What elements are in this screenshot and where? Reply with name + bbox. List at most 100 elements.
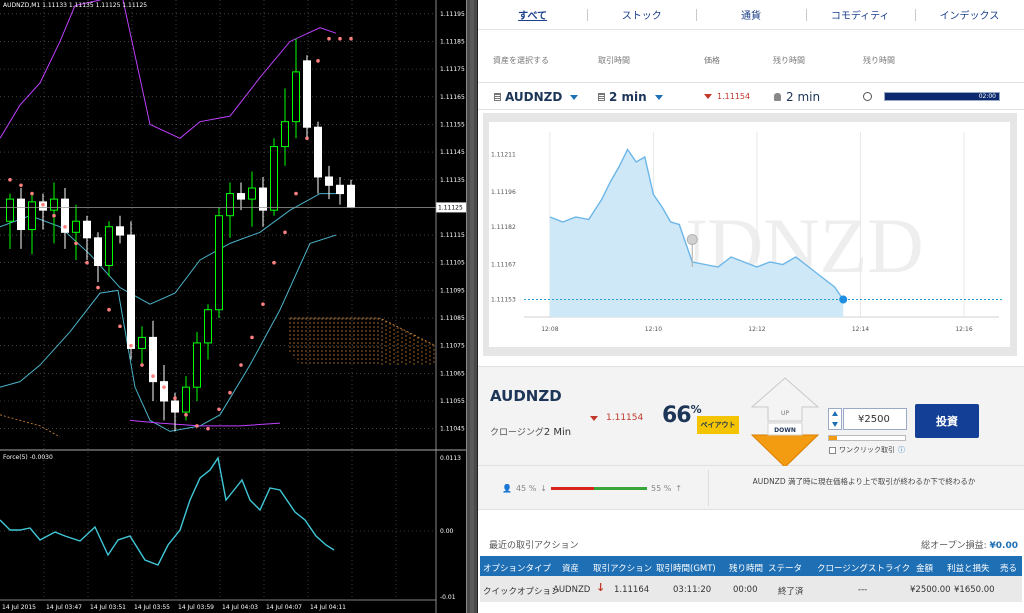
indicator-tick-label: 0.0113 (440, 455, 461, 462)
x-tick-label: 12:14 (852, 326, 869, 333)
sar-dot (74, 241, 78, 246)
price-chart-frame: AUDNZD 12:08 12:10 12:12 12:14 12:16 1.11211 1.… (483, 113, 1017, 356)
period-select[interactable]: 2 min (598, 90, 663, 104)
trade-price-value: 1.11154 (606, 413, 644, 423)
recent-trades-table: オプションタイプ 資産 取引アクション 取引時間(GMT) 残り時間 ステータ … (480, 556, 1022, 602)
price-tick-label: 1.11105 (440, 260, 465, 267)
candle-body (171, 400, 179, 413)
y-tick-label: 1.11182 (491, 224, 516, 231)
cell-status: 終了済 (778, 587, 804, 597)
table-row[interactable]: クイックオプション AUDNZD ↓ 1.11164 03:11:20 00:0… (480, 576, 1022, 602)
header-remaining-2: 残り時間 (863, 56, 895, 65)
candle-body (259, 187, 267, 211)
chevron-down-icon (654, 94, 663, 100)
candle-body (325, 176, 333, 186)
calendar-icon (598, 93, 605, 101)
payout-badge: ペイアウト (697, 416, 739, 434)
pane-splitter[interactable] (466, 0, 478, 613)
down-arrow-icon: ↓ (596, 581, 606, 594)
current-price-dot (839, 295, 848, 304)
x-tick-label: 12:10 (645, 326, 662, 333)
tab-stocks[interactable]: ストック (587, 0, 696, 29)
mt4-chart-window[interactable]: 1.11195 1.11185 1.11175 1.11165 1.11155 1.111… (0, 0, 466, 613)
amount-slider[interactable] (828, 435, 906, 441)
candle-body (105, 226, 113, 266)
splitter-grip[interactable] (470, 0, 474, 613)
trade-marker-icon (686, 234, 698, 245)
candle-body (292, 71, 300, 123)
tab-indices[interactable]: インデックス (914, 0, 1024, 29)
sar-dot (30, 191, 34, 196)
sar-dot (250, 335, 254, 340)
sar-dot (261, 302, 265, 306)
price-chart[interactable]: AUDNZD 12:08 12:10 12:12 12:14 12:16 1.11211 1.… (489, 122, 1010, 347)
sar-dot (206, 426, 210, 431)
down-button[interactable]: DOWN (750, 422, 820, 468)
remaining-time-value: 2 min (786, 90, 821, 104)
candle-body (248, 187, 256, 200)
cloud-edge (0, 414, 61, 438)
up-arrow-icon: ↑ (675, 484, 683, 493)
price-tick-label: 1.11095 (440, 287, 465, 294)
clock-icon (863, 92, 872, 101)
cell-strike: --- (858, 585, 868, 595)
cell-type: クイックオプション (483, 587, 560, 597)
increment-icon[interactable] (832, 411, 838, 416)
mt4-chart-canvas[interactable]: 1.11195 1.11185 1.11175 1.11165 1.11155 1.111… (0, 0, 466, 613)
total-open-pnl-value: ¥0.00 (989, 541, 1018, 551)
down-arrow-icon: ↓ (540, 484, 547, 493)
amount-slider-fill (829, 436, 837, 440)
down-label: DOWN (774, 427, 796, 434)
up-down-selector[interactable]: UP DOWN (750, 377, 820, 469)
price-chart-svg[interactable]: AUDNZD12:08 12:10 12:12 12:14 12:161.112111.… (489, 122, 1010, 347)
call-percent: 55 % (651, 484, 672, 493)
sar-dot (41, 202, 45, 207)
selector-header: 資産を選択する 取引時間 価格 残り時間 残り時間 (478, 55, 1024, 69)
bollinger-lower-line (0, 234, 337, 432)
time-tick-label: 14 Jul 04:03 (222, 604, 258, 611)
trade-ticket: AUDNZD クロージング2 Min 1.11154 66% ペイアウト UP (478, 366, 1024, 469)
y-tick-label: 1.11196 (491, 189, 516, 196)
sentiment-text: AUDNZD 満了時に現在価格より上で取引が終わるか下で終わるか (752, 477, 976, 486)
force-index-line (0, 456, 335, 566)
sar-dot (294, 191, 298, 196)
sar-dot (173, 396, 177, 401)
decrement-icon[interactable] (832, 422, 838, 427)
tab-all[interactable]: すべて (478, 0, 587, 29)
candle-body (50, 198, 58, 211)
col-option-type: オプションタイプ (483, 564, 552, 574)
trader-sentiment: 👤 45 % ↓ 55 % ↑ AUDNZD 満了時に現在価格より上で取引が終わ… (478, 466, 1024, 510)
invest-button[interactable]: 投資 (915, 404, 979, 438)
cell-pnl: ¥1650.00 (954, 585, 995, 595)
tab-commodities[interactable]: コモディティ (805, 0, 915, 29)
one-click-trade-option[interactable]: ワンクリック取引 ⓘ (829, 445, 905, 455)
sar-dot (338, 36, 342, 41)
candle-body (336, 184, 344, 195)
bell-icon (774, 93, 781, 101)
price-tick-label: 1.11185 (440, 38, 465, 45)
trading-panel: すべて ストック 通貨 コモディティ インデックス 資産を選択する 取引時間 価… (478, 0, 1024, 613)
indicator-label: Force(5) -0.0030 (3, 454, 53, 461)
sar-dot (107, 307, 111, 312)
time-tick-label: 14 Jul 2015 (2, 604, 36, 611)
total-open-pnl: 総オープン損益: ¥0.00 (921, 541, 1018, 551)
cell-remaining: 00:00 (733, 585, 758, 595)
one-click-checkbox[interactable] (829, 446, 836, 454)
header-price: 価格 (704, 56, 720, 65)
countdown-value: 02:00 (978, 93, 996, 100)
tab-currencies[interactable]: 通貨 (696, 0, 805, 29)
candle-body (182, 386, 190, 413)
amount-stepper[interactable] (828, 408, 842, 430)
sar-dot (195, 424, 199, 428)
amount-input[interactable] (843, 408, 907, 430)
time-tick-label: 14 Jul 03:59 (178, 604, 214, 611)
candle-body (138, 336, 146, 349)
sar-dot (184, 413, 188, 417)
indicator-tick-label: 0.00 (440, 528, 454, 535)
col-time: 取引時間(GMT) (656, 564, 716, 574)
asset-select[interactable]: AUDNZD (494, 90, 579, 104)
sar-dot (316, 59, 320, 63)
up-button[interactable]: UP (750, 377, 820, 422)
info-icon[interactable]: ⓘ (898, 445, 905, 455)
y-tick-label: 1.11211 (491, 152, 516, 159)
